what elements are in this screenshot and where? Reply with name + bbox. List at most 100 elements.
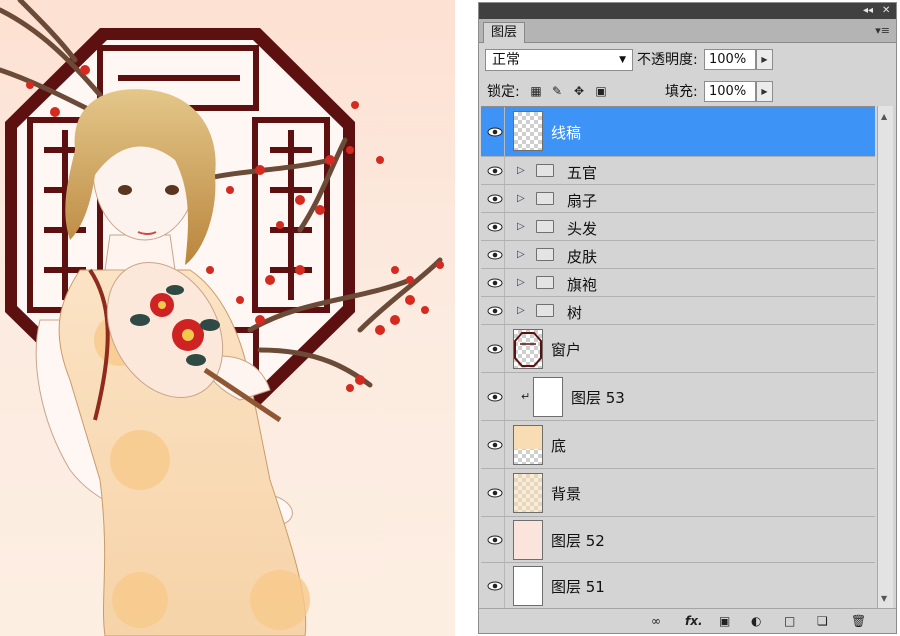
expand-arrow-icon[interactable]: ▷: [517, 305, 525, 316]
visibility-toggle[interactable]: [483, 421, 505, 468]
visibility-toggle[interactable]: [483, 373, 505, 420]
visibility-toggle[interactable]: [483, 517, 505, 562]
eye-icon: [487, 488, 503, 498]
fill-slider-button[interactable]: ▶: [756, 81, 773, 102]
eye-icon: [487, 440, 503, 450]
panel-title-bar: ◂◂ ✕: [479, 3, 896, 19]
new-group-icon[interactable]: □: [784, 612, 795, 630]
add-mask-icon[interactable]: ▣: [719, 612, 730, 630]
expand-arrow-icon[interactable]: ▷: [517, 221, 525, 232]
expand-arrow-icon[interactable]: ▷: [517, 193, 525, 204]
panel-menu-icon[interactable]: ▾≡: [875, 24, 890, 37]
layer-thumbnail: [513, 520, 543, 560]
delete-layer-icon[interactable]: 🗑: [851, 612, 866, 630]
layer-row[interactable]: 图层 51: [481, 563, 875, 608]
eye-icon: [487, 392, 503, 402]
opacity-label: 不透明度:: [637, 52, 698, 68]
layer-row[interactable]: 底: [481, 421, 875, 469]
eye-icon: [487, 222, 503, 232]
visibility-toggle[interactable]: [483, 185, 505, 212]
layer-row[interactable]: 图层 52: [481, 517, 875, 563]
eye-icon: [487, 166, 503, 176]
fill-field[interactable]: 100%: [704, 81, 756, 102]
layer-name: 五官: [567, 164, 598, 182]
layer-group-row[interactable]: ▷ 旗袍: [481, 269, 875, 297]
eye-icon: [487, 194, 503, 204]
layer-list: 线稿 ▷ 五官 ▷ 扇子 ▷ 头发 ▷ 皮肤 ▷ 旗袍 ▷ 树 窗户 ↵ 图层 …: [481, 106, 875, 608]
double-chevron-icon[interactable]: ◂◂: [863, 4, 873, 18]
layer-name: 窗户: [551, 341, 582, 359]
blend-mode-select[interactable]: 正常 ▼: [485, 49, 633, 71]
layer-group-row[interactable]: ▷ 扇子: [481, 185, 875, 213]
eye-icon: [487, 127, 503, 137]
eye-icon: [487, 250, 503, 260]
visibility-toggle[interactable]: [483, 213, 505, 240]
expand-arrow-icon[interactable]: ▷: [517, 165, 525, 176]
expand-arrow-icon[interactable]: ▷: [517, 249, 525, 260]
visibility-toggle[interactable]: [483, 241, 505, 268]
layer-group-row[interactable]: ▷ 头发: [481, 213, 875, 241]
visibility-toggle[interactable]: [483, 269, 505, 296]
folder-icon: [536, 304, 554, 317]
layer-group-row[interactable]: ▷ 五官: [481, 157, 875, 185]
close-icon[interactable]: ✕: [882, 4, 890, 18]
layer-thumbnail: [513, 425, 543, 465]
layer-group-row[interactable]: ▷ 树: [481, 297, 875, 325]
layer-thumbnail: [513, 111, 543, 151]
eye-icon: [487, 535, 503, 545]
artwork-canvas: [0, 0, 455, 636]
layer-row[interactable]: ↵ 图层 53: [481, 373, 875, 421]
layer-row[interactable]: 线稿: [481, 107, 875, 157]
opacity-field[interactable]: 100%: [704, 49, 756, 70]
expand-arrow-icon[interactable]: ▷: [517, 277, 525, 288]
scroll-down-icon[interactable]: ▼: [881, 594, 887, 603]
layer-name: 背景: [551, 485, 582, 503]
layer-thumbnail: [533, 377, 563, 417]
tab-layers[interactable]: 图层: [483, 22, 525, 43]
thumbnail-fill: [514, 474, 542, 512]
layer-name: 图层 52: [551, 532, 605, 550]
lock-position-icon[interactable]: ✥: [572, 83, 586, 99]
thumbnail-fill: [514, 426, 542, 449]
folder-icon: [536, 220, 554, 233]
folder-icon: [536, 164, 554, 177]
layer-name: 旗袍: [567, 276, 598, 294]
lock-image-pixels-icon[interactable]: ✎: [550, 83, 564, 99]
new-layer-icon[interactable]: ❏: [817, 612, 828, 630]
layer-group-row[interactable]: ▷ 皮肤: [481, 241, 875, 269]
link-layers-icon[interactable]: ∞: [651, 612, 661, 630]
lock-transparent-pixels-icon[interactable]: ▦: [529, 83, 543, 99]
layer-row[interactable]: 背景: [481, 469, 875, 517]
layer-list-scrollbar[interactable]: ▲ ▼: [877, 106, 893, 608]
adjustment-layer-icon[interactable]: ◐: [751, 612, 761, 630]
eye-icon: [487, 344, 503, 354]
layer-name: 树: [567, 304, 583, 322]
layer-row[interactable]: 窗户: [481, 325, 875, 373]
opacity-slider-button[interactable]: ▶: [756, 49, 773, 70]
visibility-toggle[interactable]: [483, 325, 505, 372]
scroll-up-icon[interactable]: ▲: [881, 112, 887, 121]
visibility-toggle[interactable]: [483, 297, 505, 324]
artwork-illustration: [0, 0, 455, 636]
visibility-toggle[interactable]: [483, 469, 505, 516]
visibility-toggle[interactable]: [483, 157, 505, 184]
folder-icon: [536, 192, 554, 205]
folder-icon: [536, 248, 554, 261]
visibility-toggle[interactable]: [483, 563, 505, 608]
blend-mode-value: 正常: [492, 52, 520, 68]
visibility-toggle[interactable]: [483, 107, 505, 156]
layer-name: 皮肤: [567, 248, 598, 266]
layer-name: 图层 51: [551, 578, 605, 596]
fx-icon[interactable]: fx.: [685, 612, 703, 630]
fill-label: 填充:: [665, 84, 698, 100]
lock-label: 锁定:: [487, 84, 520, 100]
layer-thumbnail: [513, 473, 543, 513]
clipping-mask-arrow-icon: ↵: [521, 390, 531, 403]
layer-thumbnail: [513, 329, 543, 369]
layer-thumbnail: [513, 566, 543, 606]
layer-name: 扇子: [567, 192, 598, 210]
window-thumbnail-art: [514, 332, 542, 367]
chevron-down-icon: ▼: [619, 55, 626, 65]
lock-all-icon[interactable]: ▣: [594, 83, 608, 99]
layer-name: 头发: [567, 220, 598, 238]
